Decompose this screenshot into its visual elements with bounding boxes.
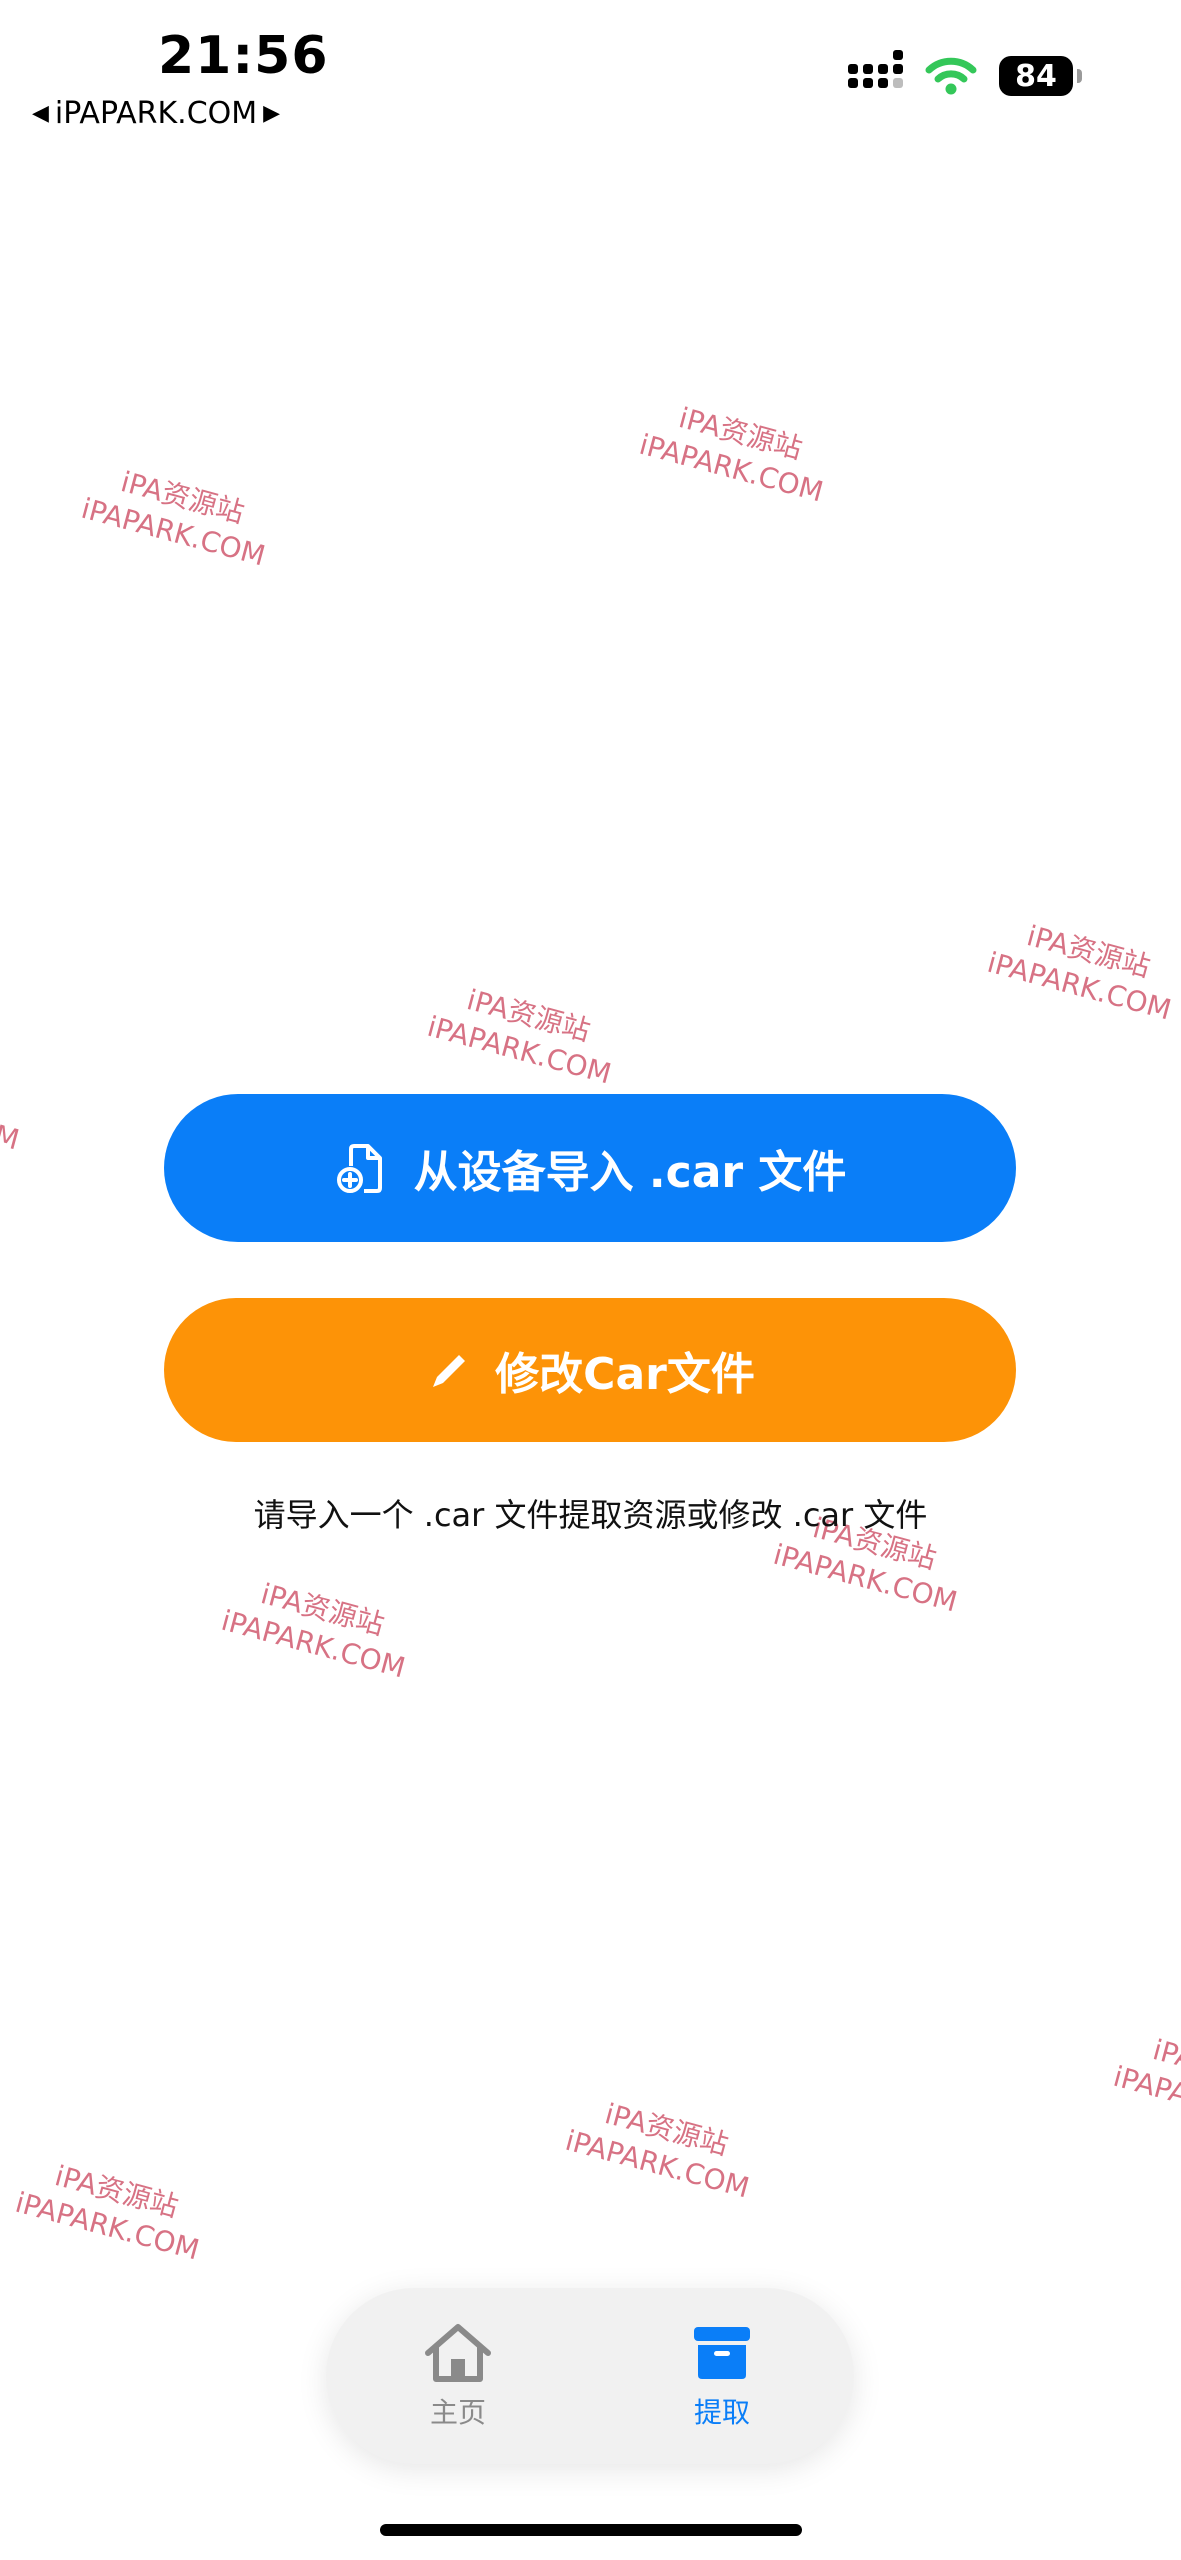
watermark: iPA资源站iPAPARK.COM — [217, 1577, 409, 1685]
tab-extract-label: 提取 — [693, 2396, 750, 2429]
document-add-icon — [336, 1144, 382, 1193]
tab-extract[interactable]: 提取 — [632, 2321, 812, 2431]
hint-text: 请导入一个 .car 文件提取资源或修改 .car 文件 — [253, 1496, 928, 1534]
watermark: iPA资源站iPAPARK.COM — [635, 401, 827, 509]
watermark: iPA资源站iPAPARK.COM — [983, 919, 1175, 1027]
back-to-app-link[interactable]: ◀ iPAPARK.COM ▶ — [32, 96, 280, 131]
battery-level: 84 — [1015, 58, 1057, 94]
wifi-icon — [925, 57, 977, 95]
watermark: iPA资源站iPAPARK.COM — [0, 1049, 23, 1157]
watermark: iPA资源站iPAPARK.COM — [77, 465, 269, 573]
tab-home-label: 主页 — [429, 2396, 486, 2429]
watermark: iPA资源站iPAPARK.COM — [423, 983, 615, 1091]
import-button-label: 从设备导入 .car 文件 — [413, 1147, 847, 1198]
watermark: iPA资源站iPAPARK.COM — [11, 2159, 203, 2267]
archive-box-icon — [694, 2327, 750, 2379]
back-app-label: iPAPARK.COM — [54, 96, 258, 131]
status-indicators: 84 — [848, 50, 1082, 96]
edit-button-label: 修改Car文件 — [495, 1349, 755, 1400]
battery-icon: 84 — [999, 56, 1082, 96]
tab-bar: 主页 提取 — [326, 2288, 854, 2464]
watermark: iPA资源站iPAPARK.COM — [1109, 2033, 1181, 2141]
status-time: 21:56 — [158, 26, 329, 86]
edit-car-file-button[interactable]: 修改Car文件 — [164, 1298, 1016, 1442]
pencil-icon — [433, 1355, 466, 1387]
watermark: iPA资源站iPAPARK.COM — [561, 2097, 753, 2205]
forward-triangle-icon: ▶ — [263, 101, 281, 126]
back-triangle-icon: ◀ — [32, 101, 49, 126]
home-indicator — [380, 2524, 802, 2536]
cellular-signal-icon — [848, 50, 903, 88]
import-car-file-button[interactable]: 从设备导入 .car 文件 — [164, 1094, 1016, 1242]
house-icon — [425, 2324, 491, 2382]
tab-home[interactable]: 主页 — [368, 2321, 548, 2431]
